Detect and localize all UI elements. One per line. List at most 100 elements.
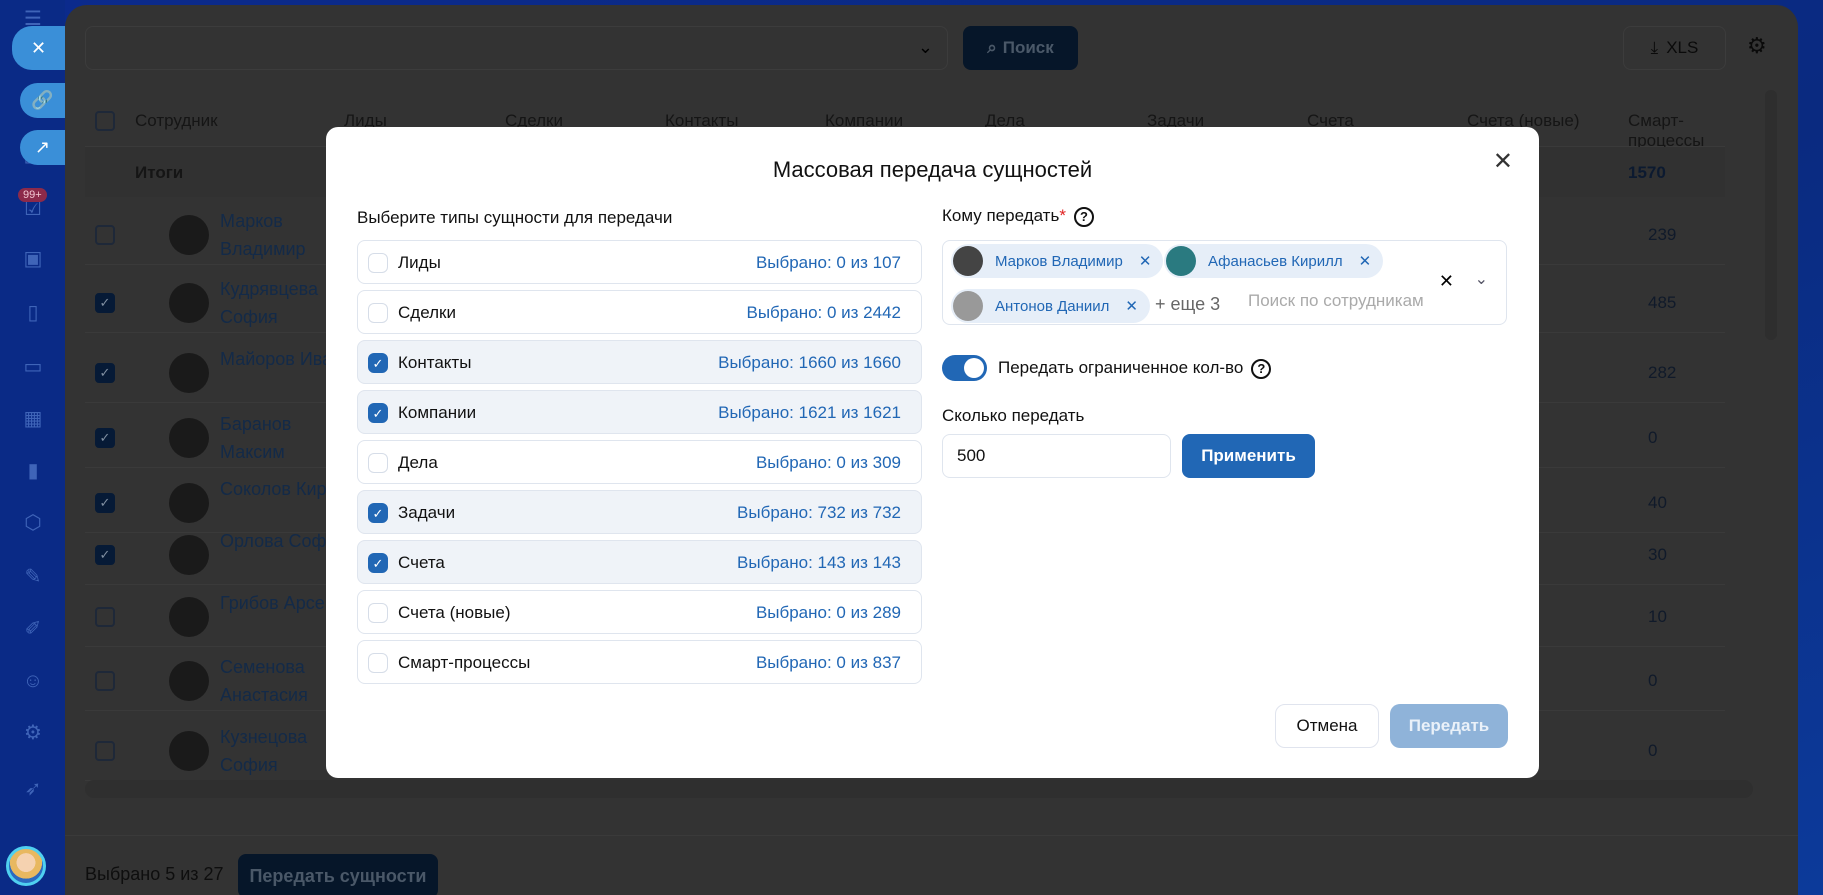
selected-count: Выбрано 5 из 27 — [85, 864, 224, 884]
row-checkbox[interactable]: ✓ — [95, 363, 115, 383]
edit-file-icon[interactable]: ✎ — [20, 564, 46, 590]
avatar — [169, 661, 209, 701]
entity-checkbox[interactable]: ✓ — [368, 503, 388, 523]
entity-name: Сделки — [398, 303, 456, 322]
entity-selected-count[interactable]: Выбрано: 732 из 732 — [737, 503, 901, 523]
filter-dropdown[interactable]: ⌄ — [85, 26, 948, 70]
cancel-button[interactable]: Отмена — [1275, 704, 1379, 748]
avatar — [953, 246, 983, 276]
limit-toggle[interactable] — [942, 355, 987, 381]
limit-toggle-text: Передать ограниченное кол-во — [998, 358, 1244, 377]
entity-row[interactable]: ✓ Компании Выбрано: 1621 из 1621 — [357, 390, 922, 434]
hexagon-icon[interactable]: ⬡ — [20, 510, 46, 536]
footer-bar: Выбрано 5 из 27 Передать сущности — [65, 835, 1798, 895]
pen-icon[interactable]: ✐ — [20, 616, 46, 642]
smart-process-count: 40 — [1648, 493, 1667, 512]
avatar — [169, 731, 209, 771]
remove-chip-icon[interactable]: ✕ — [1139, 252, 1152, 270]
link-float-button[interactable]: 🔗 — [20, 83, 65, 118]
entity-checkbox[interactable]: ✓ — [368, 403, 388, 423]
avatar — [169, 283, 209, 323]
external-link-float-button[interactable]: ↗ — [20, 130, 65, 165]
avatar — [169, 483, 209, 523]
export-xls-button[interactable]: ⤓ XLS — [1623, 26, 1726, 70]
chevron-down-icon[interactable]: ⌄ — [1475, 269, 1488, 289]
store-icon[interactable]: ▣ — [20, 246, 46, 272]
presentation-icon[interactable]: ▭ — [20, 354, 46, 380]
entity-row[interactable]: Дела Выбрано: 0 из 309 — [357, 440, 922, 484]
apply-button[interactable]: Применить — [1182, 434, 1315, 478]
entity-checkbox[interactable]: ✓ — [368, 353, 388, 373]
row-checkbox[interactable] — [95, 225, 115, 245]
column-header[interactable]: Сотрудник — [135, 111, 218, 131]
user-avatar[interactable] — [6, 846, 46, 886]
entity-checkbox[interactable] — [368, 453, 388, 473]
row-checkbox[interactable] — [95, 741, 115, 761]
vertical-scrollbar[interactable] — [1765, 90, 1777, 340]
row-checkbox[interactable] — [95, 671, 115, 691]
robot-icon[interactable]: ☺ — [20, 668, 46, 694]
entity-selected-count[interactable]: Выбрано: 0 из 289 — [756, 603, 901, 623]
file-icon[interactable]: ▯ — [20, 300, 46, 326]
avatar — [169, 215, 209, 255]
entity-selected-count[interactable]: Выбрано: 1621 из 1621 — [718, 403, 901, 423]
totals-value: 1570 — [1628, 163, 1666, 182]
remove-chip-icon[interactable]: ✕ — [1359, 252, 1372, 270]
clear-icon[interactable]: ✕ — [1439, 271, 1454, 292]
entity-row[interactable]: Смарт-процессы Выбрано: 0 из 837 — [357, 640, 922, 684]
entity-row[interactable]: ✓ Задачи Выбрано: 732 из 732 — [357, 490, 922, 534]
recipient-name: Марков Владимир — [995, 252, 1123, 270]
select-all-checkbox[interactable] — [95, 111, 115, 131]
close-icon[interactable]: ✕ — [1493, 147, 1513, 176]
smart-process-count: 282 — [1648, 363, 1677, 382]
entity-row[interactable]: Счета (новые) Выбрано: 0 из 289 — [357, 590, 922, 634]
entity-row[interactable]: Сделки Выбрано: 0 из 2442 — [357, 290, 922, 334]
help-icon[interactable]: ? — [1073, 206, 1094, 227]
entity-checkbox[interactable] — [368, 603, 388, 623]
row-checkbox[interactable]: ✓ — [95, 545, 115, 565]
search-label: Поиск — [1002, 38, 1054, 57]
recipient-multiselect[interactable]: Марков Владимир ✕ Афанасьев Кирилл ✕ Антон… — [942, 240, 1507, 325]
avatar — [169, 418, 209, 458]
entity-selected-count[interactable]: Выбрано: 0 из 107 — [756, 253, 901, 273]
settings-icon[interactable]: ⚙ — [20, 720, 46, 746]
search-button[interactable]: ⌕ Поиск — [963, 26, 1078, 70]
entity-name: Счета — [398, 553, 445, 572]
row-checkbox[interactable]: ✓ — [95, 428, 115, 448]
entity-selected-count[interactable]: Выбрано: 0 из 309 — [756, 453, 901, 473]
transfer-button[interactable]: Передать — [1390, 704, 1508, 748]
chart-icon[interactable]: ▮ — [20, 458, 46, 484]
transfer-entities-button[interactable]: Передать сущности — [238, 854, 438, 895]
qty-input[interactable] — [942, 434, 1171, 478]
row-checkbox[interactable] — [95, 607, 115, 627]
gear-icon[interactable]: ⚙ — [1747, 33, 1767, 59]
entity-selected-count[interactable]: Выбрано: 143 из 143 — [737, 553, 901, 573]
smart-process-count: 485 — [1648, 293, 1677, 312]
entity-types-label: Выберите типы сущности для передачи — [357, 208, 673, 227]
entity-selected-count[interactable]: Выбрано: 0 из 2442 — [746, 303, 901, 323]
employee-search-input[interactable] — [1248, 291, 1428, 311]
close-float-button[interactable]: ✕ — [12, 26, 65, 70]
entity-selected-count[interactable]: Выбрано: 0 из 837 — [756, 653, 901, 673]
dialog-title: Массовая передача сущностей — [772, 157, 1093, 182]
entity-row[interactable]: Лиды Выбрано: 0 из 107 — [357, 240, 922, 284]
help-icon[interactable]: ? — [1251, 358, 1272, 379]
smart-process-count: 239 — [1648, 225, 1677, 244]
external-link-icon: ↗ — [34, 137, 51, 157]
entity-row[interactable]: ✓ Контакты Выбрано: 1660 из 1660 — [357, 340, 922, 384]
entity-checkbox[interactable] — [368, 303, 388, 323]
entity-checkbox[interactable]: ✓ — [368, 553, 388, 573]
row-checkbox[interactable]: ✓ — [95, 493, 115, 513]
column-header[interactable]: Смарт-процессы — [1628, 111, 1725, 151]
entity-selected-count[interactable]: Выбрано: 1660 из 1660 — [718, 353, 901, 373]
entity-checkbox[interactable] — [368, 253, 388, 273]
row-checkbox[interactable]: ✓ — [95, 293, 115, 313]
entity-checkbox[interactable] — [368, 653, 388, 673]
horizontal-scrollbar[interactable] — [85, 780, 1753, 798]
more-recipients[interactable]: + еще 3 — [1155, 294, 1220, 315]
remove-chip-icon[interactable]: ✕ — [1125, 297, 1138, 315]
recipient-chip: Марков Владимир ✕ — [951, 244, 1164, 278]
rocket-icon[interactable]: ➶ — [20, 776, 46, 802]
calendar-icon[interactable]: ▦ — [20, 406, 46, 432]
entity-row[interactable]: ✓ Счета Выбрано: 143 из 143 — [357, 540, 922, 584]
